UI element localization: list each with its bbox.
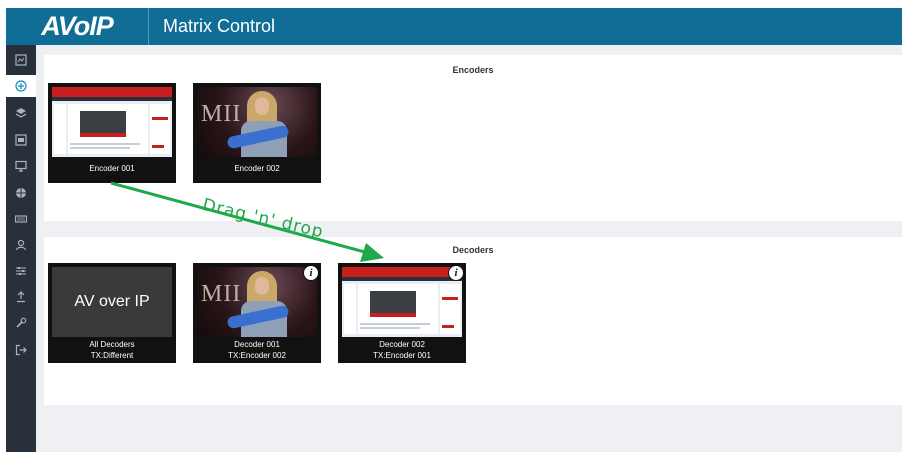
encoders-panel: Encoders Encoder 001 MII Encoder 002 bbox=[44, 55, 902, 221]
encoder-label: Encoder 001 bbox=[89, 164, 135, 173]
main-content: Encoders Encoder 001 MII Encoder 002 Dec… bbox=[36, 45, 902, 452]
app-window: AVoIP Matrix Control Encoders Encoder 00… bbox=[0, 0, 902, 452]
decoder-tx-source: TX:Different bbox=[90, 351, 134, 360]
decoder-name: All Decoders bbox=[89, 340, 135, 349]
sidebar-item-users[interactable] bbox=[6, 234, 36, 256]
brand-text: AVoIP bbox=[41, 11, 114, 41]
keyboard-icon bbox=[15, 215, 27, 223]
sidebar-item-layers[interactable] bbox=[6, 102, 36, 124]
encoder-tile-002[interactable]: MII Encoder 002 bbox=[193, 83, 321, 183]
decoder-tile-all[interactable]: AV over IP All Decoders TX:Different bbox=[48, 263, 176, 363]
sidebar-item-upload[interactable] bbox=[6, 286, 36, 308]
sidebar-item-logout[interactable] bbox=[6, 339, 36, 361]
encoder-icon bbox=[15, 134, 27, 146]
info-icon[interactable]: i bbox=[303, 265, 319, 281]
upload-icon bbox=[17, 291, 25, 303]
sidebar-item-network[interactable] bbox=[6, 182, 36, 204]
user-icon bbox=[15, 239, 27, 251]
decoder-tx-source: TX:Encoder 001 bbox=[373, 351, 431, 360]
sidebar-item-encoders[interactable] bbox=[6, 129, 36, 151]
wrench-icon bbox=[16, 317, 27, 328]
decoder-name: Decoder 001 bbox=[234, 340, 280, 349]
sidebar-item-matrix[interactable] bbox=[6, 75, 36, 97]
layers-icon bbox=[15, 108, 27, 118]
sidebar-item-dashboard[interactable] bbox=[6, 49, 36, 71]
encoder-label: Encoder 002 bbox=[234, 164, 280, 173]
sidebar-item-tools[interactable] bbox=[6, 312, 36, 334]
decoder-preview-thumbnail bbox=[342, 267, 462, 337]
decoder-name: Decoder 002 bbox=[379, 340, 425, 349]
encoders-title: Encoders bbox=[452, 65, 494, 75]
info-icon[interactable]: i bbox=[448, 265, 464, 281]
page-title: Matrix Control bbox=[163, 16, 276, 36]
decoder-tx-source: TX:Encoder 002 bbox=[228, 351, 286, 360]
dashboard-icon bbox=[15, 54, 27, 66]
brand-logo[interactable]: AVoIP bbox=[6, 8, 148, 45]
logout-icon bbox=[15, 344, 27, 356]
matrix-target-icon bbox=[15, 80, 27, 92]
monitor-icon bbox=[15, 160, 27, 172]
decoder-tile-002[interactable]: i Decoder 002 TX:Encoder 001 bbox=[338, 263, 466, 363]
sidebar bbox=[6, 45, 36, 452]
decoders-panel: Decoders AV over IP All Decoders TX:Diff… bbox=[44, 237, 902, 405]
sidebar-item-keyboard[interactable] bbox=[6, 208, 36, 230]
encoder-preview-thumbnail bbox=[52, 87, 172, 157]
encoder-preview-thumbnail: MII bbox=[197, 87, 317, 157]
decoder-preview-thumbnail: MII bbox=[197, 267, 317, 337]
header-divider bbox=[148, 8, 149, 45]
sidebar-item-settings[interactable] bbox=[6, 260, 36, 282]
network-icon bbox=[16, 188, 26, 198]
encoder-tile-001[interactable]: Encoder 001 bbox=[48, 83, 176, 183]
decoder-preview-thumbnail: AV over IP bbox=[52, 267, 172, 337]
sliders-icon bbox=[16, 267, 26, 275]
sidebar-item-displays[interactable] bbox=[6, 155, 36, 177]
decoders-title: Decoders bbox=[452, 245, 494, 255]
av-over-ip-text: AV over IP bbox=[74, 293, 150, 310]
decoder-tile-001[interactable]: MII i Decoder 001 TX:Encoder 002 bbox=[193, 263, 321, 363]
top-bar: AVoIP Matrix Control bbox=[6, 8, 902, 45]
